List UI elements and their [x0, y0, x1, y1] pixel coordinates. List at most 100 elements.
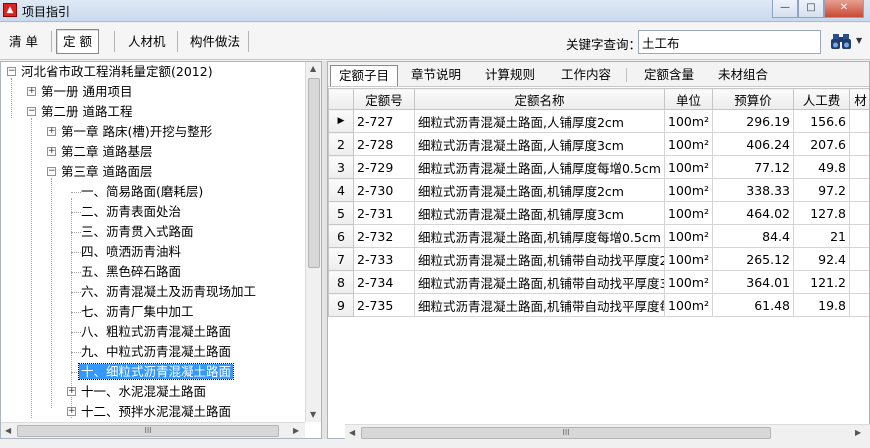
- tree-node-section-12[interactable]: + 十二、预拌水泥混凝土路面: [65, 402, 231, 422]
- quota-price[interactable]: 464.02: [712, 201, 794, 225]
- quota-code[interactable]: 2-731: [353, 201, 415, 225]
- quota-unit[interactable]: 100m²: [664, 109, 713, 133]
- quota-labor[interactable]: 207.6: [793, 132, 850, 156]
- quota-unit[interactable]: 100m²: [664, 155, 713, 179]
- quota-name[interactable]: 细粒式沥青混凝土路面,机铺带自动找平厚度2c: [414, 247, 665, 271]
- quota-unit[interactable]: 100m²: [664, 293, 713, 317]
- table-row[interactable]: 5 2-731 细粒式沥青混凝土路面,机铺厚度3cm 100m² 464.02 …: [328, 201, 869, 225]
- quota-name[interactable]: 细粒式沥青混凝土路面,人铺厚度每增0.5cm: [414, 155, 665, 179]
- quota-price[interactable]: 338.33: [712, 178, 794, 202]
- quota-price[interactable]: 296.19: [712, 109, 794, 133]
- tree-node-section-9[interactable]: 九、中粒式沥青混凝土路面: [81, 342, 231, 362]
- tab-work-content[interactable]: 工作内容: [552, 65, 620, 86]
- tree-node-section-1[interactable]: 一、简易路面(磨耗层): [81, 182, 203, 202]
- quota-code[interactable]: 2-730: [353, 178, 415, 202]
- quota-code[interactable]: 2-734: [353, 270, 415, 294]
- search-dropdown-icon[interactable]: ▼: [856, 36, 862, 45]
- table-row[interactable]: 6 2-732 细粒式沥青混凝土路面,机铺厚度每增0.5cm 100m² 84.…: [328, 224, 869, 248]
- tab-material-combo[interactable]: 未材组合: [708, 65, 778, 86]
- quota-price[interactable]: 77.12: [712, 155, 794, 179]
- scroll-left-icon[interactable]: ◀: [349, 428, 355, 437]
- quota-price[interactable]: 61.48: [712, 293, 794, 317]
- quota-code[interactable]: 2-732: [353, 224, 415, 248]
- scroll-thumb[interactable]: [308, 78, 320, 268]
- tab-bill[interactable]: 清 单: [2, 29, 45, 54]
- quota-labor[interactable]: 156.6: [793, 109, 850, 133]
- quota-labor[interactable]: 92.4: [793, 247, 850, 271]
- quota-labor[interactable]: 19.8: [793, 293, 850, 317]
- tree-node-section-6[interactable]: 六、沥青混凝土及沥青现场加工: [81, 282, 256, 302]
- quota-name[interactable]: 细粒式沥青混凝土路面,机铺厚度每增0.5cm: [414, 224, 665, 248]
- quota-name[interactable]: 细粒式沥青混凝土路面,机铺厚度2cm: [414, 178, 665, 202]
- quota-unit[interactable]: 100m²: [664, 201, 713, 225]
- collapse-icon[interactable]: −: [7, 67, 16, 76]
- quota-material[interactable]: [849, 201, 869, 225]
- quota-labor[interactable]: 121.2: [793, 270, 850, 294]
- table-row[interactable]: 4 2-730 细粒式沥青混凝土路面,机铺厚度2cm 100m² 338.33 …: [328, 178, 869, 202]
- expand-icon[interactable]: +: [47, 127, 56, 136]
- scroll-right-icon[interactable]: ▶: [293, 426, 299, 435]
- tree-node-chapter-1[interactable]: + 第一章 路床(槽)开挖与整形: [45, 122, 212, 142]
- quota-code[interactable]: 2-735: [353, 293, 415, 317]
- table-row[interactable]: 2 2-728 细粒式沥青混凝土路面,人铺厚度3cm 100m² 406.24 …: [328, 132, 869, 156]
- quota-labor[interactable]: 21: [793, 224, 850, 248]
- tree-node-section-8[interactable]: 八、粗粒式沥青混凝土路面: [81, 322, 231, 342]
- tree-node-section-7[interactable]: 七、沥青厂集中加工: [81, 302, 194, 322]
- scroll-thumb[interactable]: III: [361, 427, 771, 439]
- quota-labor[interactable]: 127.8: [793, 201, 850, 225]
- tab-quota-items[interactable]: 定额子目: [330, 65, 398, 86]
- table-row[interactable]: 9 2-735 细粒式沥青混凝土路面,机铺带自动找平厚度每: 100m² 61.…: [328, 293, 869, 317]
- quota-price[interactable]: 406.24: [712, 132, 794, 156]
- collapse-icon[interactable]: −: [47, 167, 56, 176]
- tree-horizontal-scrollbar[interactable]: ◀ III ▶: [1, 422, 305, 438]
- expand-icon[interactable]: +: [47, 147, 56, 156]
- column-header-material[interactable]: 材: [849, 88, 869, 110]
- quota-code[interactable]: 2-729: [353, 155, 415, 179]
- tree-node-section-11[interactable]: + 十一、水泥混凝土路面: [65, 382, 206, 402]
- quota-material[interactable]: [849, 224, 869, 248]
- quota-name[interactable]: 细粒式沥青混凝土路面,机铺带自动找平厚度3c: [414, 270, 665, 294]
- tree-node-section-10[interactable]: 十、细粒式沥青混凝土路面: [77, 362, 235, 382]
- quota-material[interactable]: [849, 247, 869, 271]
- quota-labor[interactable]: 97.2: [793, 178, 850, 202]
- quota-unit[interactable]: 100m²: [664, 247, 713, 271]
- column-header-name[interactable]: 定额名称: [414, 88, 665, 110]
- quota-code[interactable]: 2-727: [353, 109, 415, 133]
- quota-code[interactable]: 2-728: [353, 132, 415, 156]
- scroll-left-icon[interactable]: ◀: [5, 426, 11, 435]
- collapse-icon[interactable]: −: [27, 107, 36, 116]
- binoculars-icon[interactable]: [830, 31, 854, 51]
- quota-material[interactable]: [849, 155, 869, 179]
- quota-material[interactable]: [849, 109, 869, 133]
- scroll-down-icon[interactable]: ▼: [310, 410, 316, 419]
- quota-name[interactable]: 细粒式沥青混凝土路面,人铺厚度3cm: [414, 132, 665, 156]
- scroll-right-icon[interactable]: ▶: [855, 428, 861, 437]
- tab-calc-rules[interactable]: 计算规则: [476, 65, 544, 86]
- column-header-unit[interactable]: 单位: [664, 88, 713, 110]
- tab-component-method[interactable]: 构件做法: [183, 29, 247, 54]
- minimize-button[interactable]: —: [772, 0, 798, 18]
- quota-unit[interactable]: 100m²: [664, 270, 713, 294]
- quota-name[interactable]: 细粒式沥青混凝土路面,人铺厚度2cm: [414, 109, 665, 133]
- tree-node-root[interactable]: − 河北省市政工程消耗量定额(2012): [5, 62, 213, 82]
- expand-icon[interactable]: +: [67, 407, 76, 416]
- quota-name[interactable]: 细粒式沥青混凝土路面,机铺带自动找平厚度每:: [414, 293, 665, 317]
- quota-material[interactable]: [849, 293, 869, 317]
- quota-material[interactable]: [849, 178, 869, 202]
- scroll-up-icon[interactable]: ▲: [310, 64, 316, 73]
- quota-price[interactable]: 364.01: [712, 270, 794, 294]
- tab-labor-material-machine[interactable]: 人材机: [121, 29, 173, 54]
- quota-unit[interactable]: 100m²: [664, 224, 713, 248]
- close-button[interactable]: ✕: [824, 0, 864, 18]
- grid-horizontal-scrollbar[interactable]: ◀ III ▶: [345, 424, 870, 440]
- expand-icon[interactable]: +: [67, 387, 76, 396]
- column-header-labor[interactable]: 人工费: [793, 88, 850, 110]
- tree-node-section-2[interactable]: 二、沥青表面处治: [81, 202, 181, 222]
- quota-code[interactable]: 2-733: [353, 247, 415, 271]
- quota-material[interactable]: [849, 270, 869, 294]
- keyword-search-input[interactable]: [638, 30, 821, 54]
- quota-material[interactable]: [849, 132, 869, 156]
- quota-name[interactable]: 细粒式沥青混凝土路面,机铺厚度3cm: [414, 201, 665, 225]
- tree-node-volume-2[interactable]: − 第二册 道路工程: [25, 102, 132, 122]
- quota-price[interactable]: 84.4: [712, 224, 794, 248]
